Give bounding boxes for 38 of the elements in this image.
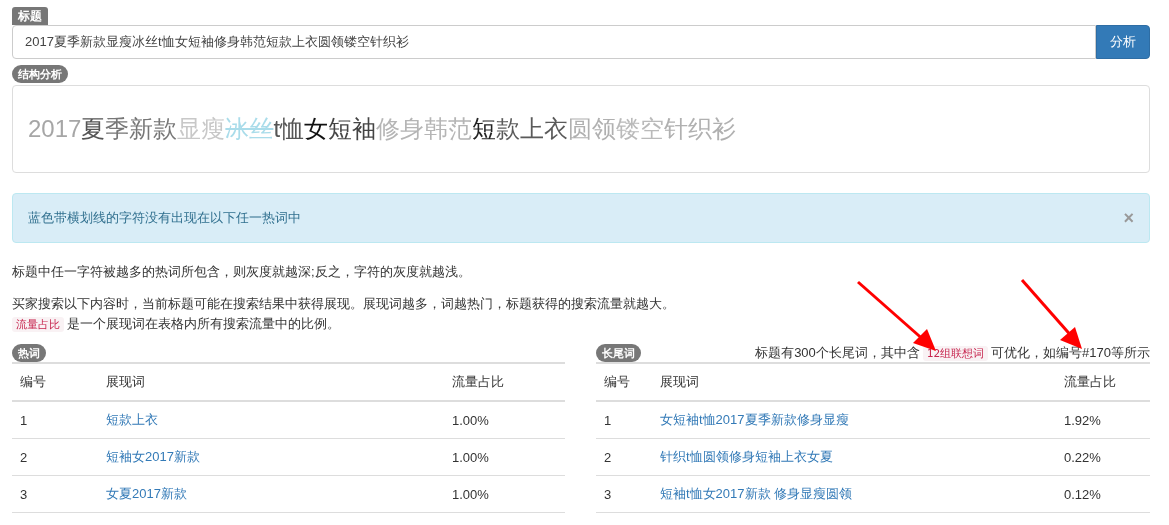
table-cell: 0.22% (1056, 438, 1150, 476)
term-tag: 流量占比 (12, 317, 64, 332)
analyze-button[interactable]: 分析 (1096, 25, 1150, 59)
hot-words-label: 热词 (12, 344, 46, 362)
table-cell: 3 (596, 475, 652, 513)
structure-label: 结构分析 (12, 65, 68, 83)
table-cell: 1.92% (1056, 401, 1150, 439)
keyword-link[interactable]: 女短袖t恤2017夏季新款修身显瘦 (660, 412, 849, 427)
term-tag: 12组联想词 (922, 346, 989, 361)
keyword-link[interactable]: 针织t恤圆领修身短袖上衣女夏 (660, 449, 833, 464)
column-header: 展现词 (98, 363, 444, 401)
note-text: 买家搜索以下内容时，当前标题可能在搜索结果中获得展现。展现词越多，词越热门，标题获得的搜索流量就越大。 (12, 295, 676, 313)
table-cell: 1.00% (444, 438, 565, 476)
note-text: 标题中任一字符被越多的热词所包含，则灰度就越深;反之，字符的灰度就越浅。 (12, 263, 472, 281)
column-header: 流量占比 (444, 363, 565, 401)
title-input[interactable]: 2017夏季新款显瘦冰丝t恤女短袖修身韩范短款上衣圆领镂空针织衫 (12, 25, 1096, 59)
table-cell: 1 (12, 401, 98, 439)
note-text: 是一个展现词在表格内所有搜索流量中的比例。 (67, 316, 340, 331)
title-label: 标题 (12, 7, 48, 25)
column-header: 编号 (596, 363, 652, 401)
column-header: 流量占比 (1056, 363, 1150, 401)
keyword-link[interactable]: 短袖t恤女2017新款 修身显瘦圆领 (660, 486, 853, 501)
table-cell: 1 (596, 401, 652, 439)
column-header: 展现词 (652, 363, 1056, 401)
keyword-link[interactable]: 短款上衣 (106, 412, 158, 427)
summary-text: 标题有300个长尾词，其中含 (755, 345, 920, 360)
summary-text: 可优化，如编号#170等所示 (991, 345, 1150, 360)
table-cell: 0.12% (1056, 475, 1150, 513)
table-cell: 1.00% (444, 401, 565, 439)
table-cell: 3 (12, 475, 98, 513)
table-cell: 2 (596, 438, 652, 476)
table-cell: 2 (12, 438, 98, 476)
column-header: 编号 (12, 363, 98, 401)
alert-text: 蓝色带横划线的字符没有出现在以下任一热词中 (28, 209, 301, 227)
keyword-link[interactable]: 女夏2017新款 (106, 486, 187, 501)
table-cell: 1.00% (444, 475, 565, 513)
long-tail-label: 长尾词 (596, 344, 641, 362)
keyword-link[interactable]: 短袖女2017新款 (106, 449, 200, 464)
